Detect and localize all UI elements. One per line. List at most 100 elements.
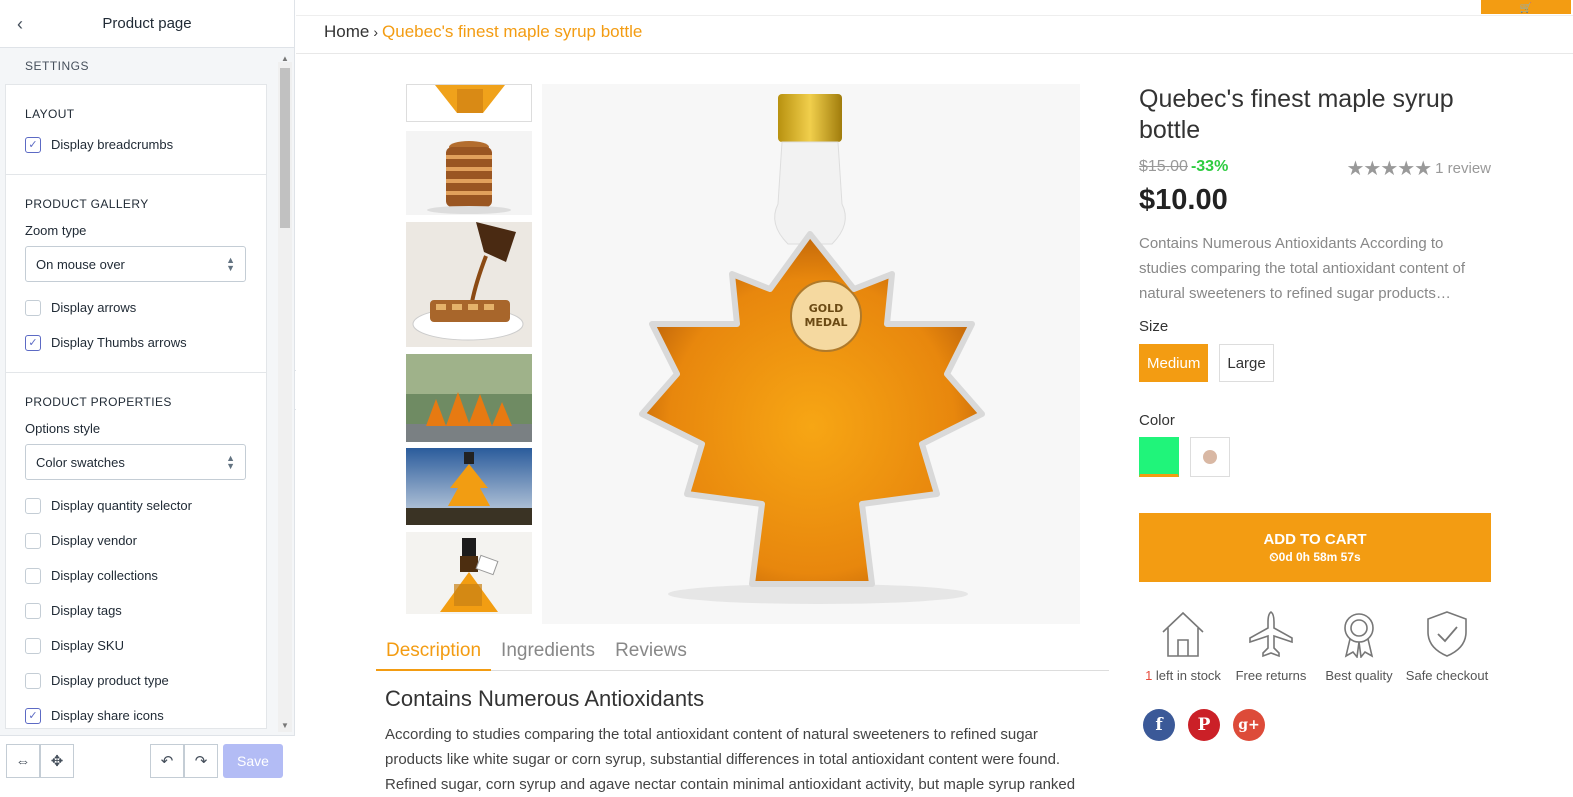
checkbox-label: Display arrows [51, 300, 137, 315]
checkbox-display-thumbs-arrows[interactable]: ✓ Display Thumbs arrows [25, 325, 246, 360]
checkbox-checked-icon[interactable]: ✓ [25, 707, 41, 724]
house-icon [1162, 611, 1204, 657]
compare-at-price: $15.00 [1139, 158, 1188, 175]
size-selector: Medium Large [1139, 344, 1491, 382]
divider [296, 15, 1573, 16]
section-title-properties: PRODUCT PROPERTIES [25, 395, 172, 409]
color-swatch-green[interactable] [1139, 437, 1179, 477]
checkbox-checked-icon[interactable]: ✓ [25, 334, 41, 351]
checkbox-unchecked-icon[interactable] [25, 672, 41, 689]
save-button[interactable]: Save [223, 744, 283, 778]
zoom-type-select[interactable]: On mouse over ▲ ▼ [25, 246, 246, 282]
countdown-timer: ⏲0d 0h 58m 57s [1269, 549, 1361, 564]
options-style-value: Color swatches [36, 454, 125, 470]
color-swatch-beige[interactable] [1190, 437, 1230, 477]
section-title-gallery: PRODUCT GALLERY [25, 197, 149, 211]
undo-icon[interactable]: ↶ [150, 744, 184, 778]
checkbox-label: Display collections [51, 568, 158, 583]
desktop-view-icon[interactable]: ⇔ [6, 744, 40, 778]
section-title-layout: LAYOUT [25, 107, 75, 121]
product-tabs: Description Ingredients Reviews [376, 640, 1109, 671]
editor-footer: ⇔ ✥ ↶ ↷ Save [0, 735, 295, 783]
storefront-preview: 🛒 Home › Quebec's finest maple syrup bottl… [296, 0, 1573, 793]
checkbox-unchecked-icon[interactable] [25, 567, 41, 584]
scroll-up-icon[interactable]: ▲ [281, 54, 289, 63]
checkbox-display-vendor[interactable]: Display vendor [25, 523, 246, 558]
thumbnail-bottle-top[interactable] [406, 84, 532, 122]
tab-description[interactable]: Description [376, 640, 492, 671]
share-icons: f P g+ [1143, 709, 1491, 741]
product-rating[interactable]: ★★★★★ 1 review [1346, 156, 1491, 181]
sidebar-scrollbar[interactable]: ▲ ▼ [278, 54, 292, 732]
breadcrumb-current: Quebec's finest maple syrup bottle [382, 22, 643, 41]
breadcrumb-home-link[interactable]: Home [324, 22, 369, 41]
redo-icon[interactable]: ↷ [184, 744, 218, 778]
pinterest-icon[interactable]: P [1188, 709, 1220, 741]
feature-checkout: Safe checkout [1403, 610, 1491, 683]
section-product-gallery: PRODUCT GALLERY Zoom type On mouse over … [6, 175, 266, 373]
returns-text: Free returns [1235, 668, 1307, 683]
size-option: Size Medium Large [1139, 318, 1491, 382]
theme-editor-sidebar: ‹ Product page SETTINGS LAYOUT ✓ Display… [0, 0, 295, 783]
cart-icon[interactable]: 🛒 [1481, 0, 1571, 14]
checkbox-label: Display product type [51, 673, 169, 688]
main-product-image[interactable]: GOLD MEDAL [542, 84, 1080, 624]
breadcrumb: Home › Quebec's finest maple syrup bottle [324, 22, 642, 42]
description-heading: Contains Numerous Antioxidants [385, 686, 705, 711]
checkbox-unchecked-icon[interactable] [25, 602, 41, 619]
size-medium-button[interactable]: Medium [1139, 344, 1209, 382]
tab-ingredients[interactable]: Ingredients [491, 640, 605, 671]
checkbox-display-tags[interactable]: Display tags [25, 593, 246, 628]
section-product-properties: PRODUCT PROPERTIES Options style Color s… [6, 373, 266, 728]
scroll-down-icon[interactable]: ▼ [281, 721, 289, 730]
checkbox-display-arrows[interactable]: Display arrows [25, 290, 246, 325]
scrollbar-thumb[interactable] [280, 68, 290, 228]
thumbnail-bottles-outdoor[interactable] [406, 354, 532, 442]
color-swatches [1139, 437, 1491, 477]
checkbox-display-share-icons[interactable]: ✓ Display share icons [25, 698, 246, 728]
back-arrow-icon[interactable]: ‹ [8, 12, 32, 36]
google-plus-icon[interactable]: g+ [1233, 709, 1265, 741]
star-rating-icon: ★★★★★ [1346, 158, 1432, 180]
feature-quality: Best quality [1315, 610, 1403, 683]
thumbnail-bottle-black-cap[interactable] [406, 532, 532, 614]
svg-text:MEDAL: MEDAL [804, 316, 847, 329]
checkbox-unchecked-icon[interactable] [25, 299, 41, 316]
award-ribbon-icon [1344, 613, 1374, 658]
review-count[interactable]: 1 review [1435, 160, 1491, 177]
checkbox-label: Display vendor [51, 533, 137, 548]
checkbox-unchecked-icon[interactable] [25, 637, 41, 654]
thumbnail-waffles-pour[interactable] [406, 222, 532, 347]
checkbox-label: Display SKU [51, 638, 124, 653]
thumbnail-bottle-sunset[interactable] [406, 448, 532, 525]
facebook-icon[interactable]: f [1143, 709, 1175, 741]
editor-title: Product page [102, 15, 192, 32]
options-style-select[interactable]: Color swatches ▲ ▼ [25, 444, 246, 480]
checkbox-label: Display Thumbs arrows [51, 335, 187, 350]
checkbox-checked-icon[interactable]: ✓ [25, 136, 41, 153]
product-short-description: Contains Numerous Antioxidants According… [1139, 235, 1466, 302]
thumbnail-pancakes[interactable] [406, 131, 532, 215]
checkbox-display-sku[interactable]: Display SKU [25, 628, 246, 663]
add-to-cart-button[interactable]: ADD TO CART ⏲0d 0h 58m 57s [1139, 513, 1491, 582]
checkbox-display-breadcrumbs[interactable]: ✓ Display breadcrumbs [25, 127, 246, 162]
checkbox-unchecked-icon[interactable] [25, 532, 41, 549]
editor-header: ‹ Product page [0, 0, 294, 48]
feature-returns: Free returns [1227, 610, 1315, 683]
divider [296, 53, 1573, 54]
checkbox-unchecked-icon[interactable] [25, 497, 41, 514]
checkbox-display-collections[interactable]: Display collections [25, 558, 246, 593]
airplane-icon [1249, 611, 1293, 658]
section-layout: LAYOUT ✓ Display breadcrumbs [6, 85, 266, 175]
checkbox-display-quantity[interactable]: Display quantity selector [25, 488, 246, 523]
checkbox-label: Display quantity selector [51, 498, 192, 513]
feature-stock: 1 left in stock [1139, 610, 1227, 683]
add-to-cart-label: ADD TO CART [1263, 530, 1367, 548]
options-style-label: Options style [25, 421, 101, 436]
fullscreen-icon[interactable]: ✥ [40, 744, 74, 778]
description-body: According to studies comparing the total… [385, 726, 1076, 793]
size-large-button[interactable]: Large [1219, 344, 1274, 382]
settings-heading: SETTINGS [25, 59, 90, 73]
checkbox-display-product-type[interactable]: Display product type [25, 663, 246, 698]
tab-reviews[interactable]: Reviews [605, 640, 697, 671]
